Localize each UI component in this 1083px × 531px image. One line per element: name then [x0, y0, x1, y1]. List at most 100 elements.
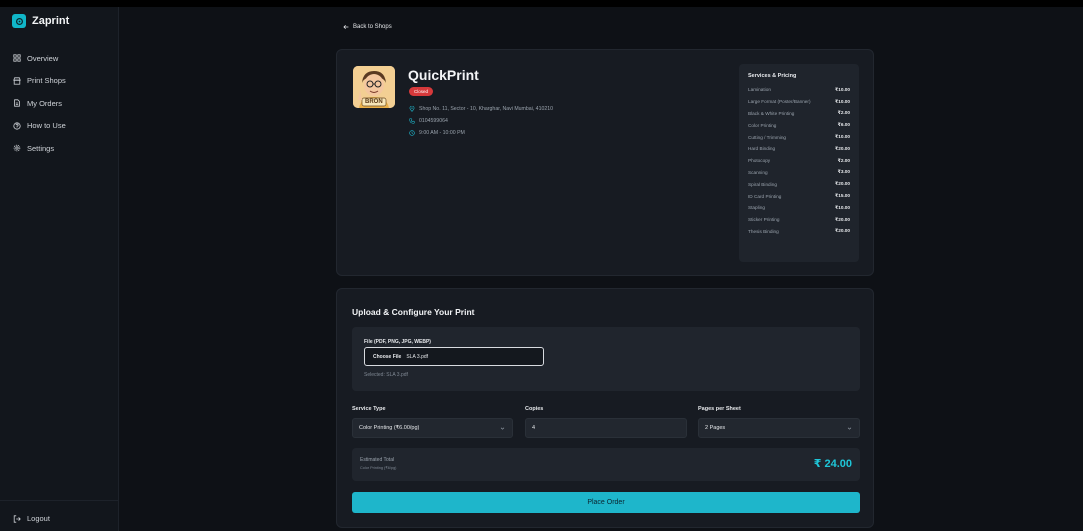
service-price: ₹10.00 [835, 134, 850, 140]
service-price: ₹15.00 [835, 193, 850, 199]
price-row: Large Format (Poster/Banner) ₹10.00 [748, 96, 850, 108]
estimated-total-value: ₹ 24.00 [813, 458, 852, 470]
file-label: File (PDF, PNG, JPG, WEBP) [364, 339, 431, 345]
price-row: Cutting / Trimming ₹10.00 [748, 131, 850, 143]
location-icon [409, 106, 415, 112]
estimated-total-label: Estimated Total [360, 457, 395, 463]
service-type-value: Color Printing (₹6.00/pg) [359, 425, 420, 431]
help-icon [13, 122, 21, 130]
sidebar-item-label: Overview [27, 53, 59, 63]
sidebar-item-my-orders[interactable]: My Orders [13, 92, 113, 115]
service-name: Sticker Printing [748, 217, 780, 223]
service-name: Black & White Printing [748, 110, 795, 116]
price-row: Photocopy ₹2.00 [748, 155, 850, 167]
sidebar-item-print-shops[interactable]: Print Shops [13, 70, 113, 93]
price-row: Thesis Binding ₹20.00 [748, 226, 850, 238]
price-row: Scanning ₹3.00 [748, 167, 850, 179]
status-badge: Closed [409, 87, 434, 96]
file-upload-box: File (PDF, PNG, JPG, WEBP) Choose File S… [352, 327, 860, 391]
file-input[interactable]: Choose File SLA 3.pdf [364, 347, 544, 366]
service-name: Stapling [748, 205, 765, 211]
brand-title: Zaprint [32, 15, 70, 27]
back-to-shops-link[interactable]: Back to Shops [343, 24, 392, 30]
phone-icon [409, 118, 415, 124]
logout-button[interactable]: Logout [13, 514, 50, 523]
chevron-down-icon [847, 427, 852, 430]
choose-file-button[interactable]: Choose File [373, 354, 401, 360]
shop-hours: 9:00 AM - 10:00 PM [409, 130, 465, 136]
sidebar-item-label: Settings [27, 143, 55, 153]
upload-title: Upload & Configure Your Print [352, 307, 475, 317]
document-icon [14, 99, 20, 107]
service-price: ₹6.00 [837, 122, 850, 128]
pricing-title: Services & Pricing [748, 73, 797, 79]
phone-text: 0104599064 [419, 118, 448, 124]
price-row: Hard Binding ₹20.00 [748, 143, 850, 155]
service-price: ₹2.00 [837, 110, 850, 116]
service-name: ID Card Printing [748, 193, 782, 199]
service-name: Photocopy [748, 158, 771, 164]
shop-name: QuickPrint [408, 67, 479, 83]
service-price: ₹10.00 [835, 204, 850, 210]
copies-input[interactable]: 4 [525, 418, 687, 438]
shop-details-card: BRON QuickPrint Closed Shop No. 11, Sect… [336, 49, 874, 276]
clock-icon [409, 130, 415, 136]
logout-icon [13, 514, 21, 523]
back-link-label: Back to Shops [353, 24, 392, 30]
sidebar-nav: Overview Print Shops My Orders How to Us… [13, 47, 113, 160]
service-price: ₹20.00 [835, 181, 850, 187]
sidebar-item-label: My Orders [27, 98, 63, 108]
service-price: ₹20.00 [835, 145, 850, 151]
estimated-total-subtext: Color Printing (₹6/pg) [360, 466, 397, 470]
place-order-button[interactable]: Place Order [352, 492, 860, 513]
price-row: Lamination ₹10.00 [748, 84, 850, 96]
shop-phone[interactable]: 0104599064 [409, 118, 448, 124]
service-price: ₹10.00 [835, 98, 850, 104]
selected-file-text: Selected: SLA 3.pdf [364, 372, 408, 378]
gear-icon [13, 144, 21, 152]
chevron-down-icon [500, 427, 505, 430]
arrow-left-icon [343, 24, 349, 30]
service-price: ₹2.00 [837, 157, 850, 163]
sidebar-item-settings[interactable]: Settings [13, 137, 113, 160]
service-name: Scanning [748, 169, 768, 175]
service-price: ₹20.00 [835, 216, 850, 222]
copies-value: 4 [532, 425, 536, 431]
sidebar-item-label: Print Shops [27, 76, 66, 86]
hours-text: 9:00 AM - 10:00 PM [419, 130, 465, 136]
sidebar-divider [0, 500, 119, 501]
sidebar-item-overview[interactable]: Overview [13, 47, 113, 70]
zaprint-logo-icon [12, 14, 26, 28]
store-icon [13, 77, 21, 85]
shop-avatar: BRON [353, 66, 395, 108]
price-row: Black & White Printing ₹2.00 [748, 108, 850, 120]
price-row: Stapling ₹10.00 [748, 202, 850, 214]
service-name: Spiral Binding [748, 181, 777, 187]
service-name: Cutting / Trimming [748, 134, 787, 140]
service-name: Large Format (Poster/Banner) [748, 99, 811, 105]
sidebar-item-how-to-use[interactable]: How to Use [13, 115, 113, 138]
shop-address: Shop No. 11, Sector - 10, Kharghar, Navi… [409, 106, 553, 112]
pages-per-sheet-label: Pages per Sheet [698, 406, 741, 412]
copies-label: Copies [525, 406, 544, 412]
price-row: Color Printing ₹6.00 [748, 119, 850, 131]
brand[interactable]: Zaprint [12, 14, 69, 28]
service-price: ₹3.00 [837, 169, 850, 175]
services-pricing-panel: Services & Pricing Lamination ₹10.00 Larg… [739, 64, 859, 262]
service-name: Thesis Binding [748, 228, 779, 234]
service-price: ₹20.00 [835, 228, 850, 234]
service-name: Hard Binding [748, 146, 776, 152]
grid-icon [13, 54, 21, 62]
service-name: Color Printing [748, 122, 777, 128]
upload-configure-card: Upload & Configure Your Print File (PDF,… [336, 288, 874, 528]
service-price: ₹10.00 [835, 86, 850, 92]
pages-per-sheet-select[interactable]: 2 Pages [698, 418, 860, 438]
service-type-label: Service Type [352, 406, 386, 412]
pages-per-sheet-value: 2 Pages [705, 425, 726, 431]
avatar-badge-text: BRON [365, 99, 383, 105]
sidebar: Zaprint Overview Print Shops My Orders H… [0, 7, 119, 531]
sidebar-item-label: How to Use [27, 121, 66, 131]
address-text: Shop No. 11, Sector - 10, Kharghar, Navi… [419, 106, 553, 112]
service-type-select[interactable]: Color Printing (₹6.00/pg) [352, 418, 513, 438]
price-row: Sticker Printing ₹20.00 [748, 214, 850, 226]
